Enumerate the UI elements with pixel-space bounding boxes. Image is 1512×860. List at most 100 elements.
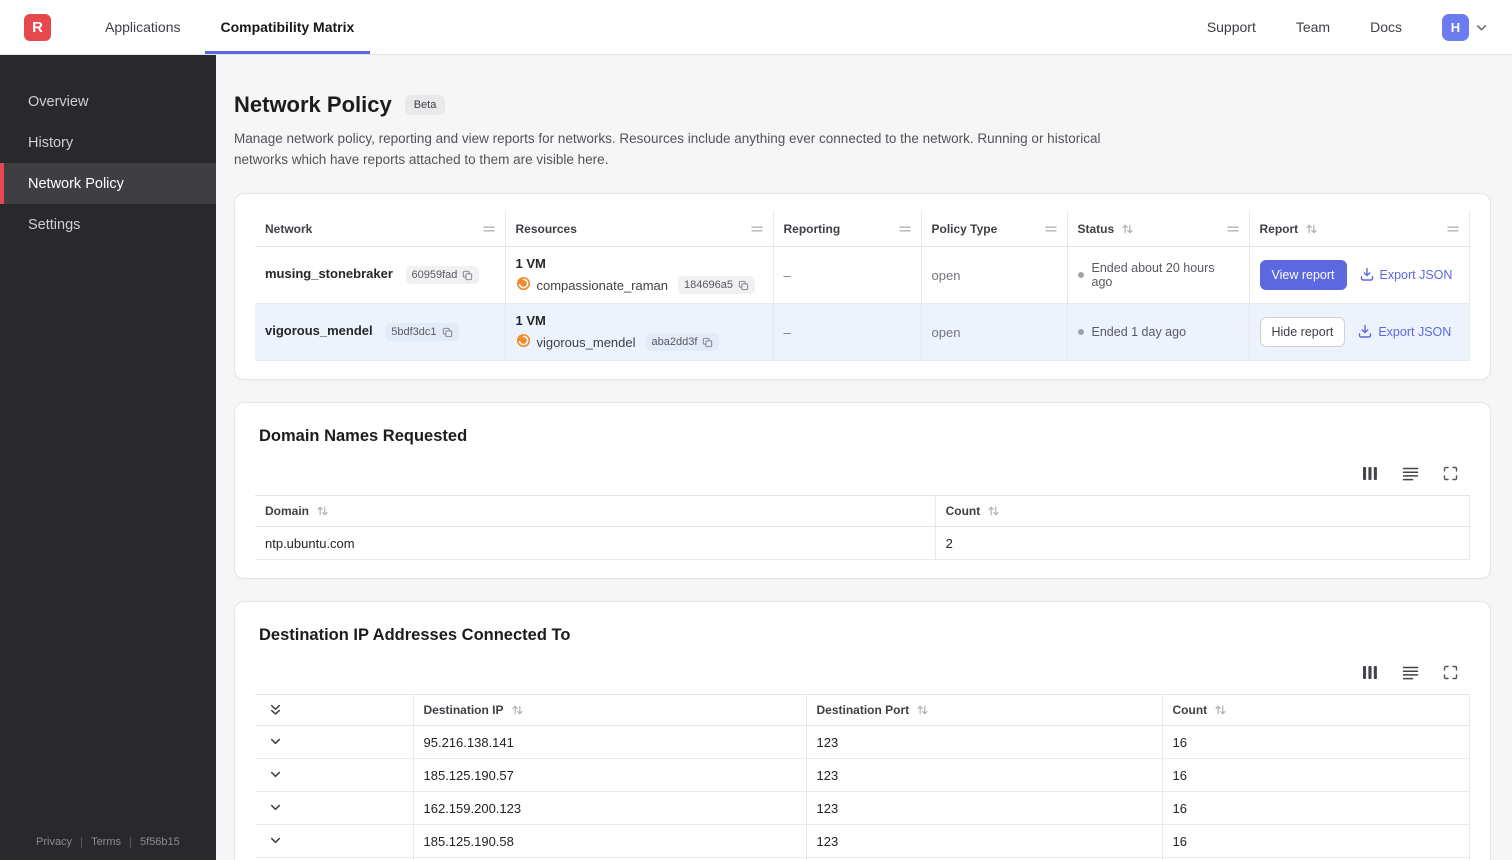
copy-icon[interactable] bbox=[442, 327, 453, 338]
sort-icon[interactable] bbox=[1305, 223, 1318, 235]
secondary-nav: Support Team Docs H bbox=[1207, 0, 1488, 54]
count-cell: 16 bbox=[1162, 824, 1470, 859]
app-logo[interactable]: R bbox=[24, 13, 51, 41]
topnav-item-label: Applications bbox=[105, 19, 181, 35]
resource-icon bbox=[516, 333, 531, 351]
domains-table: Domain Count ntp.ubuntu.com 2 bbox=[255, 495, 1471, 561]
topnav-item[interactable]: Compatibility Matrix bbox=[204, 0, 371, 54]
chevron-down-icon[interactable] bbox=[265, 799, 286, 816]
count-cell: 16 bbox=[1162, 725, 1470, 760]
column-menu-icon[interactable] bbox=[1226, 224, 1239, 234]
status-text: Ended 1 day ago bbox=[1091, 325, 1187, 340]
columns-toggle-icon[interactable] bbox=[1362, 466, 1378, 481]
columns-toggle-icon[interactable] bbox=[1362, 665, 1378, 680]
sidebar-item[interactable]: History bbox=[0, 122, 216, 163]
col-header-resources[interactable]: Resources bbox=[505, 210, 774, 248]
sort-icon[interactable] bbox=[987, 505, 1000, 517]
sidebar-item[interactable]: Network Policy bbox=[0, 163, 216, 204]
expand-row-cell bbox=[255, 824, 414, 859]
column-menu-icon[interactable] bbox=[898, 224, 911, 234]
reporting-cell: – bbox=[773, 246, 922, 305]
resource-name[interactable]: compassionate_raman bbox=[537, 278, 669, 293]
chevron-down-icon[interactable] bbox=[265, 733, 286, 750]
divider bbox=[81, 836, 83, 848]
export-json-button[interactable]: Export JSON bbox=[1358, 324, 1451, 341]
network-id-badge: 60959fad bbox=[405, 266, 480, 285]
domains-card-title: Domain Names Requested bbox=[259, 427, 468, 446]
col-header-count[interactable]: Count bbox=[1162, 694, 1470, 727]
expand-row-cell bbox=[255, 758, 414, 793]
sidebar-item[interactable]: Settings bbox=[0, 204, 216, 245]
copy-icon[interactable] bbox=[738, 280, 749, 291]
resources-cell: 1 VM vigorous_mendel aba2dd3f bbox=[505, 303, 774, 362]
topnav-link[interactable]: Team bbox=[1296, 19, 1330, 35]
networks-card: Network Resources Reporting Policy Type … bbox=[234, 192, 1491, 381]
ip-row: 185.125.190.58 123 16 bbox=[255, 824, 1470, 859]
topbar: R Applications Compatibility Matrix Supp… bbox=[0, 0, 1512, 55]
policy-type-cell: open bbox=[921, 303, 1068, 362]
column-menu-icon[interactable] bbox=[1447, 224, 1459, 234]
col-header-domain[interactable]: Domain bbox=[255, 495, 936, 528]
user-menu[interactable]: H bbox=[1442, 13, 1488, 41]
column-menu-icon[interactable] bbox=[750, 224, 763, 234]
network-name: vigorous_mendel bbox=[265, 323, 373, 339]
resource-id-badge: aba2dd3f bbox=[645, 333, 720, 352]
double-chevron-down-icon[interactable] bbox=[265, 701, 286, 719]
privacy-link[interactable]: Privacy bbox=[36, 836, 72, 848]
expand-row-cell bbox=[255, 725, 414, 760]
terms-link[interactable]: Terms bbox=[91, 836, 121, 848]
chevron-down-icon[interactable] bbox=[265, 832, 286, 849]
report-button[interactable]: View report bbox=[1259, 260, 1347, 291]
topnav-item[interactable]: Applications bbox=[89, 0, 197, 54]
topnav-link[interactable]: Support bbox=[1207, 19, 1256, 35]
column-menu-icon[interactable] bbox=[1044, 224, 1057, 234]
col-header-reporting[interactable]: Reporting bbox=[773, 210, 922, 248]
resource-name[interactable]: vigorous_mendel bbox=[537, 335, 636, 350]
avatar[interactable]: H bbox=[1442, 13, 1469, 41]
sidebar-item-label: Network Policy bbox=[28, 175, 124, 192]
destination-port-cell: 123 bbox=[806, 758, 1163, 793]
domains-card: Domain Names Requested Domain Count ntp.… bbox=[234, 402, 1491, 580]
row-density-icon[interactable] bbox=[1402, 467, 1419, 481]
table-toolbar bbox=[255, 466, 1458, 481]
sort-icon[interactable] bbox=[316, 505, 329, 517]
resource-id-badge: 184696a5 bbox=[678, 276, 755, 295]
copy-icon[interactable] bbox=[462, 270, 473, 281]
sort-icon[interactable] bbox=[1121, 223, 1134, 235]
col-header-count[interactable]: Count bbox=[935, 495, 1471, 528]
fullscreen-icon[interactable] bbox=[1443, 466, 1458, 481]
export-json-button[interactable]: Export JSON bbox=[1360, 267, 1452, 284]
sidebar-item[interactable]: Overview bbox=[0, 81, 216, 122]
copy-icon[interactable] bbox=[702, 337, 713, 348]
status-cell: Ended 1 day ago bbox=[1067, 303, 1250, 362]
status-cell: Ended about 20 hours ago bbox=[1067, 246, 1250, 305]
row-density-icon[interactable] bbox=[1402, 666, 1419, 680]
topnav-link[interactable]: Docs bbox=[1370, 19, 1402, 35]
col-header-report[interactable]: Report bbox=[1249, 210, 1470, 248]
sort-icon[interactable] bbox=[1214, 704, 1227, 716]
status-text: Ended about 20 hours ago bbox=[1091, 261, 1215, 290]
download-icon bbox=[1358, 324, 1372, 341]
col-header-network[interactable]: Network bbox=[255, 210, 506, 248]
col-header-policy-type[interactable]: Policy Type bbox=[921, 210, 1068, 248]
sort-icon[interactable] bbox=[916, 704, 929, 716]
report-button[interactable]: Hide report bbox=[1259, 317, 1346, 348]
col-header-destination-port[interactable]: Destination Port bbox=[806, 694, 1163, 727]
col-header-expand-all[interactable] bbox=[255, 694, 414, 727]
column-menu-icon[interactable] bbox=[482, 224, 495, 234]
count-cell: 16 bbox=[1162, 758, 1470, 793]
build-version: 5f56b15 bbox=[140, 836, 180, 848]
table-toolbar bbox=[255, 665, 1458, 680]
col-header-status[interactable]: Status bbox=[1067, 210, 1250, 248]
fullscreen-icon[interactable] bbox=[1443, 665, 1458, 680]
count-cell: 16 bbox=[1162, 791, 1470, 826]
chevron-down-icon[interactable] bbox=[1475, 21, 1488, 34]
sort-icon[interactable] bbox=[511, 704, 524, 716]
col-header-destination-ip[interactable]: Destination IP bbox=[413, 694, 807, 727]
report-cell: Hide report Export JSON bbox=[1249, 303, 1470, 362]
page-title: Network Policy bbox=[234, 92, 392, 117]
chevron-down-icon[interactable] bbox=[265, 766, 286, 783]
network-cell: musing_stonebraker 60959fad bbox=[255, 246, 506, 305]
network-row: vigorous_mendel 5bdf3dc1 1 VM vigorous_m… bbox=[255, 303, 1470, 362]
status-dot-icon bbox=[1077, 272, 1084, 279]
